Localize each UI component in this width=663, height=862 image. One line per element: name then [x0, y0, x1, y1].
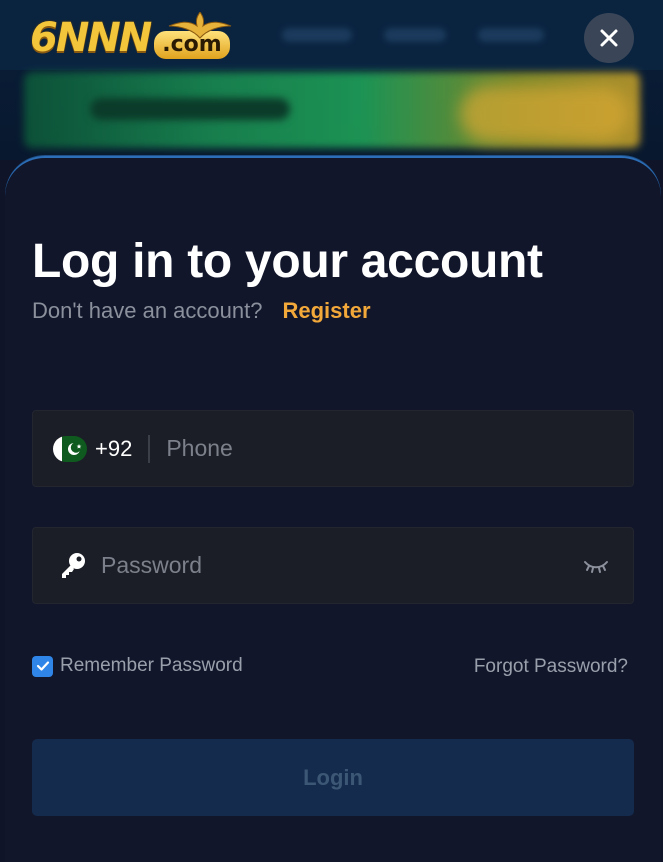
register-prompt: Don't have an account? Register: [32, 298, 371, 324]
password-field[interactable]: [32, 527, 634, 604]
background-nav-item: [282, 28, 352, 42]
key-icon: [62, 552, 85, 578]
country-code[interactable]: +92: [95, 436, 132, 462]
phone-input[interactable]: [166, 435, 633, 462]
pakistan-flag-icon[interactable]: [53, 435, 87, 462]
remember-checkbox[interactable]: [32, 655, 53, 677]
site-logo[interactable]: 6NNN .com: [30, 12, 240, 62]
close-icon: [600, 29, 618, 47]
login-button[interactable]: Login: [32, 739, 634, 816]
background-nav-item: [478, 28, 544, 42]
background-banner-coins: [460, 86, 630, 142]
register-link[interactable]: Register: [282, 298, 370, 324]
forgot-password-link[interactable]: Forgot Password?: [474, 656, 628, 678]
check-icon: [36, 661, 49, 671]
remember-password-toggle[interactable]: Remember Password: [32, 655, 243, 677]
phone-field[interactable]: +92: [32, 410, 634, 487]
logo-eagle-icon: [168, 12, 232, 39]
logo-text: 6NNN: [30, 15, 152, 61]
password-input[interactable]: [101, 552, 583, 579]
background-banner-text: [90, 98, 290, 120]
field-divider: [148, 434, 151, 463]
close-button[interactable]: [584, 13, 634, 63]
no-account-text: Don't have an account?: [32, 298, 263, 323]
background-nav-item: [384, 28, 446, 42]
remember-password-label: Remember Password: [60, 655, 243, 676]
page-title: Log in to your account: [32, 235, 543, 288]
eye-closed-icon[interactable]: [583, 558, 609, 574]
